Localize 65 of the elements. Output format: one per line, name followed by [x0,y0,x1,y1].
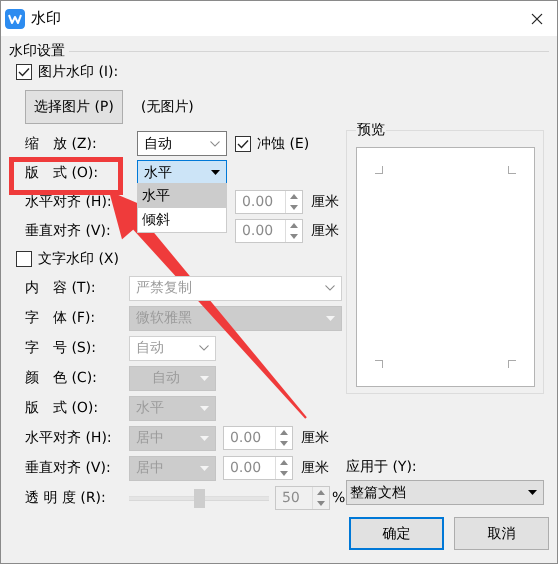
field-label: 版 式 (O): [25,164,100,182]
crop-mark-icon [508,360,516,368]
check-icon [237,138,249,148]
check-icon [18,67,30,77]
checkbox-label: 冲蚀 (E) [257,134,310,152]
number-spinner[interactable]: 0.00 [223,456,293,480]
number-spinner[interactable]: 50 [275,486,330,510]
chevron-icon [199,345,209,351]
unit-label: 厘米 [311,222,339,240]
caret-icon [528,490,537,495]
unit-label: 厘米 [301,459,329,477]
dropdown-option[interactable]: 水平 [138,184,226,208]
chevron-icon [325,285,335,291]
field-label: 水平对齐 (H): [25,429,113,447]
crop-mark-icon [375,166,383,174]
combo-field[interactable]: 自动 [137,131,227,156]
slider-thumb[interactable] [194,488,205,508]
window-title: 水印 [31,9,62,28]
caret-icon [200,376,209,380]
unit-label: 厘米 [311,192,339,210]
checkbox[interactable] [16,251,32,267]
field-label: 缩 放 (Z): [25,134,98,152]
field-label: 内 容 (T): [25,279,97,297]
field-label: 颜 色 (C): [25,369,98,387]
up-arrow-icon[interactable] [317,490,325,495]
field-label: 字 体 (F): [25,309,96,327]
ok-button[interactable]: 确定 [349,517,444,550]
checkbox-label: 文字水印 (X) [38,250,119,268]
caret-icon [200,436,209,440]
caret-icon [211,170,220,175]
cancel-button[interactable]: 取消 [454,517,549,550]
file-status: (无图片) [140,98,194,116]
dropdown[interactable]: 水平 [137,160,227,185]
combo-field[interactable]: 严禁复制 [129,276,342,300]
caret-icon [200,466,209,470]
caret-icon [200,406,209,410]
chevron-icon [210,140,220,146]
down-arrow-icon[interactable] [280,441,288,446]
down-arrow-icon[interactable] [317,501,325,506]
field-label: 透 明 度 (R): [25,489,107,507]
crop-mark-icon [375,360,383,368]
field-label: 应用于 (Y): [346,458,418,476]
app-icon [5,8,25,28]
field-label: 字 号 (S): [25,339,97,357]
group-title: 预览 [356,122,386,138]
up-arrow-icon[interactable] [280,430,288,435]
caret-icon [326,316,335,320]
number-spinner[interactable]: 0.00 [223,426,293,450]
checkbox[interactable] [16,64,32,80]
close-icon[interactable] [531,12,543,24]
field-label: 垂直对齐 (V): [25,222,112,240]
crop-mark-icon [508,166,516,174]
field-label: 版 式 (O): [25,399,100,417]
unit-label: 厘米 [301,429,329,447]
checkbox-label: 图片水印 (I): [38,63,118,81]
up-arrow-icon[interactable] [280,460,288,465]
choose-picture-button[interactable]: 选择图片 (P) [25,90,123,124]
field-label: 水平对齐 (H): [25,192,113,210]
down-arrow-icon[interactable] [280,471,288,476]
checkbox[interactable] [235,136,251,152]
combo-field[interactable]: 自动 [129,336,216,360]
unit-label: % [332,490,346,506]
dropdown[interactable]: 整篇文档 [346,480,544,505]
field-label: 垂直对齐 (V): [25,459,112,477]
group-title: 水印设置 [9,42,65,60]
